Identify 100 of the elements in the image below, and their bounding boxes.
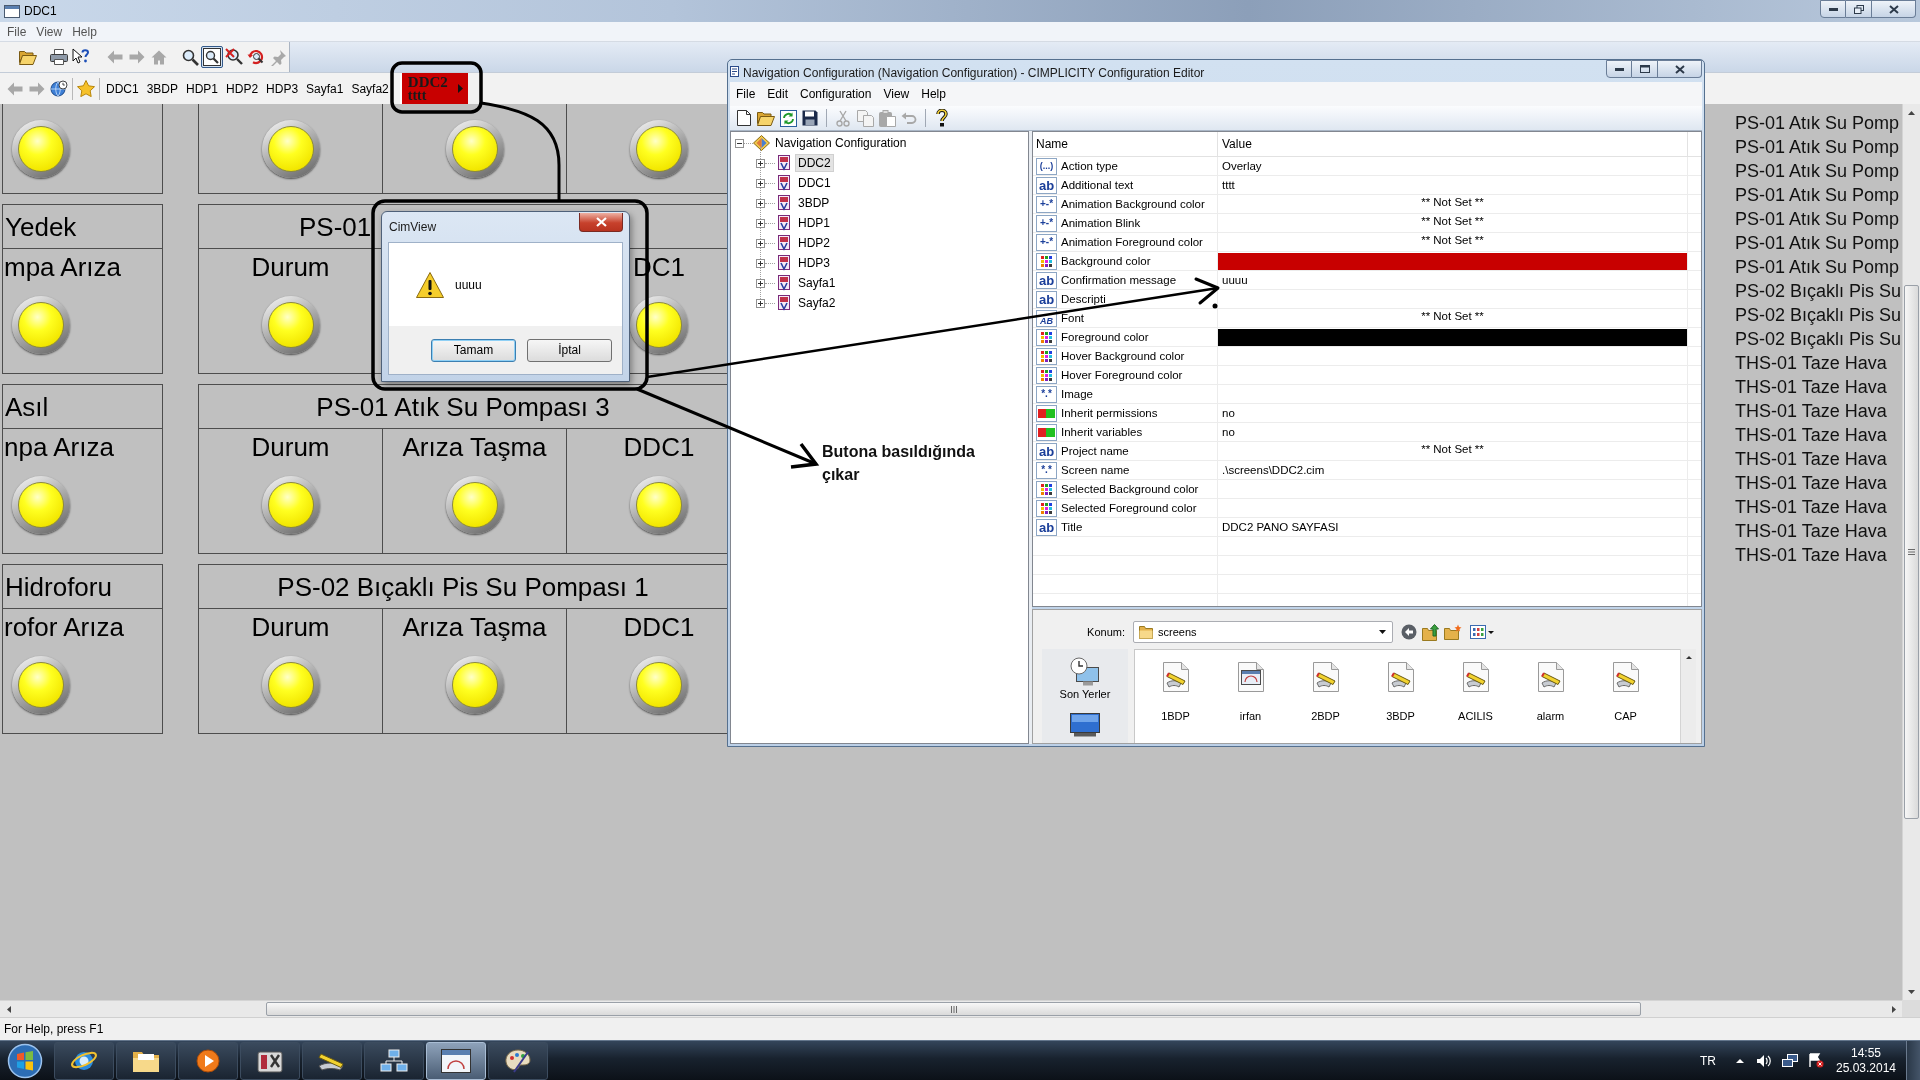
close-button[interactable] xyxy=(579,213,623,232)
unset-value: ** Not Set ** xyxy=(1420,195,1485,209)
close-button[interactable] xyxy=(1872,0,1916,18)
nav-link[interactable]: HDP3 xyxy=(262,76,303,101)
menu-item[interactable]: Edit xyxy=(761,85,795,103)
tree-item[interactable]: DDC2 xyxy=(795,154,834,172)
expand-box-icon[interactable] xyxy=(756,158,765,168)
menu-item[interactable]: View xyxy=(31,22,68,41)
arrow-right-icon xyxy=(29,81,45,96)
close-button[interactable] xyxy=(1658,60,1702,78)
nav-link[interactable]: DDC1 xyxy=(102,76,143,101)
expand-box-icon[interactable] xyxy=(756,298,765,308)
expand-box-icon[interactable] xyxy=(756,198,765,208)
document-tile[interactable]: 2BDP xyxy=(1288,662,1363,723)
tree-item[interactable]: HDP3 xyxy=(795,254,833,272)
place-item[interactable]: Son Yerler xyxy=(1059,657,1111,701)
minimize-button[interactable] xyxy=(1606,60,1632,78)
nav-link[interactable]: Sayfa1 xyxy=(302,76,348,101)
column-header: Value xyxy=(1218,132,1688,156)
menu-item[interactable]: View xyxy=(877,85,916,103)
toolbar-button[interactable] xyxy=(48,46,70,68)
arrow-left-icon xyxy=(7,81,23,96)
clock[interactable]: 14:55 25.03.2014 xyxy=(1832,1045,1900,1076)
network-icon xyxy=(380,1048,408,1073)
taskbar-button[interactable] xyxy=(116,1041,176,1080)
warning-icon xyxy=(415,270,445,299)
dialog-button[interactable]: İptal xyxy=(527,338,612,362)
toolbar-button[interactable] xyxy=(201,46,223,68)
nav-link[interactable]: 3BDP xyxy=(142,76,183,101)
nav-link[interactable]: HDP2 xyxy=(222,76,263,101)
page-icon xyxy=(776,215,792,231)
tree-item[interactable]: Navigation Configuration xyxy=(773,134,909,152)
column-header: Name xyxy=(1033,132,1218,156)
maximize-button[interactable] xyxy=(1632,60,1658,78)
document-tile[interactable]: CAP xyxy=(1588,662,1663,723)
taskbar-button[interactable] xyxy=(178,1041,238,1080)
document-tile[interactable]: irfan xyxy=(1213,662,1288,723)
document-tile[interactable]: 1BDP xyxy=(1138,662,1213,723)
diamond-icon xyxy=(753,135,770,151)
location-dropdown[interactable]: screens xyxy=(1133,621,1393,643)
list-item: PS-01 Atık Su Pomp xyxy=(1735,160,1901,183)
clock-monitor-icon xyxy=(1069,657,1101,687)
dialog-message: uuuu xyxy=(455,277,482,292)
taskbar-button[interactable] xyxy=(364,1041,424,1080)
document-tile[interactable]: ACILIS xyxy=(1438,662,1513,723)
two-monitors-icon[interactable] xyxy=(1782,1053,1798,1068)
maximize-button[interactable] xyxy=(1846,0,1872,18)
nav-link[interactable]: HDP1 xyxy=(182,76,223,101)
language-indicator[interactable]: TR xyxy=(1700,1053,1716,1068)
property-value: tttt xyxy=(1221,178,1235,192)
property-name: Animation Blink xyxy=(1061,216,1141,230)
menu-item[interactable]: File xyxy=(730,85,762,103)
restore-icon xyxy=(1853,4,1864,14)
flag-icon[interactable] xyxy=(1808,1053,1824,1068)
minimize-button[interactable] xyxy=(1820,0,1846,18)
toolbar-button[interactable] xyxy=(48,77,70,100)
text-type-icon: ab xyxy=(1036,290,1057,308)
toolbar-button[interactable] xyxy=(777,107,799,129)
globe-clock-icon xyxy=(50,79,68,98)
help-pointer-icon xyxy=(72,48,90,66)
tree-item[interactable]: Sayfa2 xyxy=(795,294,839,312)
menu-item[interactable]: Configuration xyxy=(794,85,878,103)
menu-item[interactable]: Help xyxy=(67,22,102,41)
document-tile[interactable]: 3BDP xyxy=(1363,662,1438,723)
expand-box-icon[interactable] xyxy=(756,258,765,268)
taskbar-button[interactable] xyxy=(302,1041,362,1080)
grip-icon xyxy=(1908,549,1915,555)
blank-page-icon xyxy=(737,110,751,126)
tree-item[interactable]: Sayfa1 xyxy=(795,274,839,292)
menu-item[interactable]: Help xyxy=(915,85,952,103)
nav-link[interactable]: Sayfa2 xyxy=(347,76,393,101)
up-folder-button[interactable] xyxy=(1420,621,1442,643)
refresh-icon xyxy=(779,109,797,127)
scrollbar-thumb[interactable] xyxy=(1904,285,1919,819)
page-icon xyxy=(776,195,792,211)
expand-box-icon[interactable] xyxy=(756,278,765,288)
drawing-file-icon xyxy=(1462,662,1489,692)
collapse-box-icon[interactable] xyxy=(735,138,744,148)
show-desktop-button[interactable] xyxy=(1906,1041,1920,1080)
tree-item[interactable]: 3BDP xyxy=(795,194,833,212)
property-name: Descripti xyxy=(1061,292,1106,306)
lamp-icon xyxy=(445,476,504,534)
expand-box-icon[interactable] xyxy=(756,238,765,248)
tree-item[interactable]: DDC1 xyxy=(795,174,834,192)
scrollbar-thumb[interactable] xyxy=(266,1002,1641,1016)
taskbar-button[interactable] xyxy=(488,1041,548,1080)
expand-box-icon[interactable] xyxy=(756,178,765,188)
expand-box-icon[interactable] xyxy=(756,218,765,228)
taskbar-button[interactable] xyxy=(54,1041,114,1080)
switch-icon xyxy=(1036,423,1057,441)
menu-item[interactable]: File xyxy=(2,22,32,41)
place-item[interactable] xyxy=(1070,713,1100,737)
taskbar-button[interactable] xyxy=(240,1041,300,1080)
taskbar-button[interactable] xyxy=(426,1041,486,1080)
document-tile[interactable]: alarm xyxy=(1513,662,1588,723)
tree-item[interactable]: HDP1 xyxy=(795,214,833,232)
dialog-button[interactable]: Tamam xyxy=(431,338,516,362)
tree-item[interactable]: HDP2 xyxy=(795,234,833,252)
speaker-icon[interactable] xyxy=(1756,1053,1772,1068)
dialog-title: CimView xyxy=(388,220,437,234)
